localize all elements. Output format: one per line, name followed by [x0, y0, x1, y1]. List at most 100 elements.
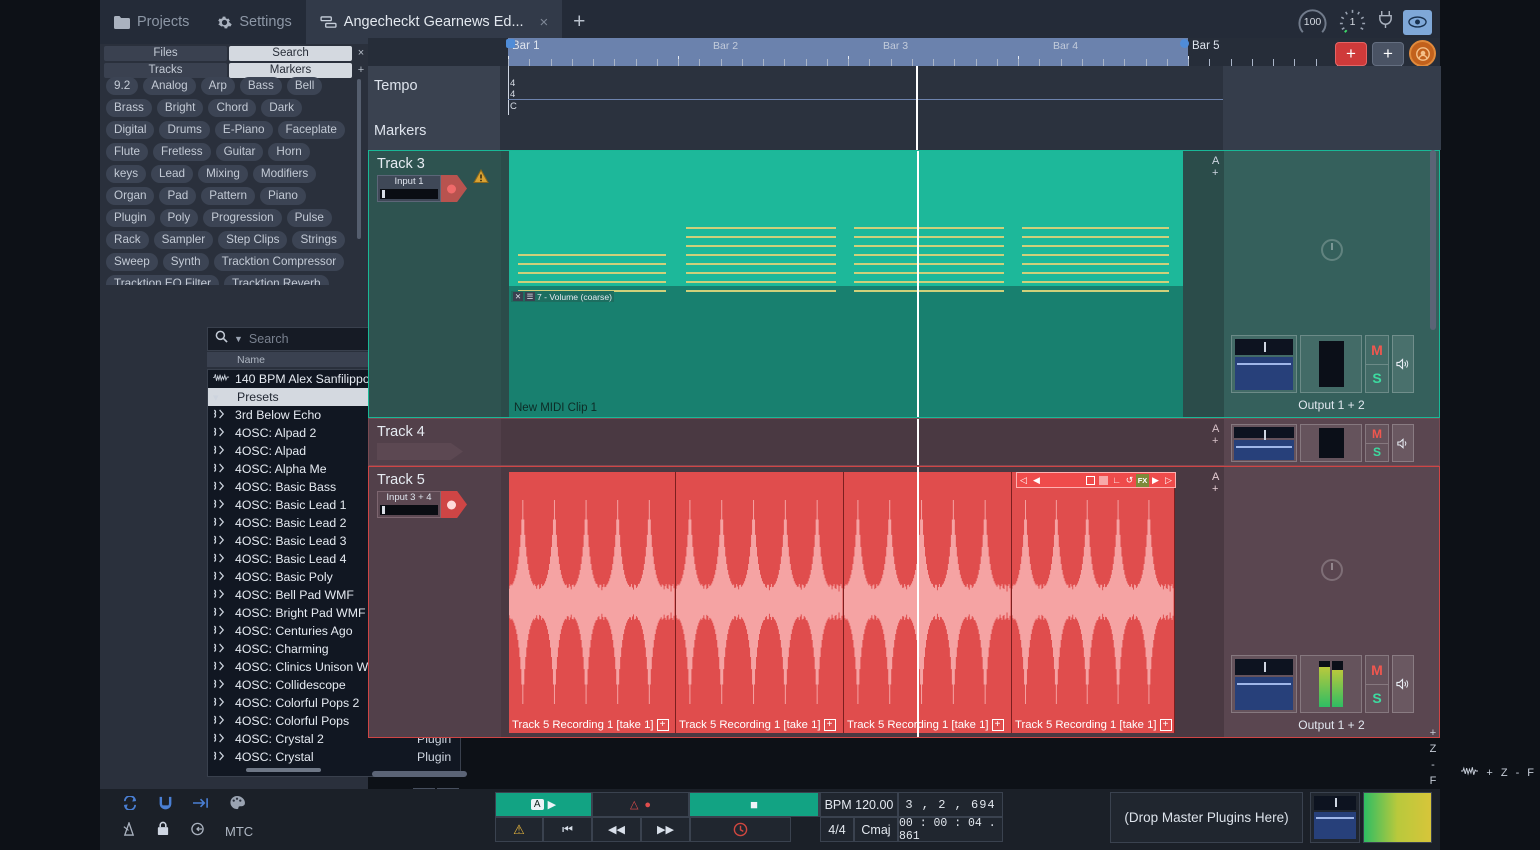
- column-name[interactable]: Name: [237, 354, 265, 366]
- speaker-icon[interactable]: [1392, 335, 1414, 393]
- track-3-automation-toggle[interactable]: A: [1212, 155, 1219, 167]
- tag-9-2[interactable]: 9.2: [106, 77, 138, 95]
- tag-tracktion-eq-filter[interactable]: Tracktion EQ Filter: [106, 275, 219, 285]
- eye-icon[interactable]: [1403, 10, 1432, 35]
- close-icon[interactable]: ×: [354, 46, 368, 61]
- abort-record-button[interactable]: △ ●: [592, 792, 689, 817]
- browser-tab-files[interactable]: Files: [104, 46, 227, 61]
- track-5-name[interactable]: Track 5: [377, 472, 425, 488]
- tag-poly[interactable]: Poly: [160, 209, 199, 227]
- track-5-arm-button[interactable]: [441, 491, 467, 518]
- track-4-input-button[interactable]: [377, 443, 463, 460]
- midi-note[interactable]: [518, 281, 666, 283]
- clip-expand-button[interactable]: +: [657, 719, 669, 731]
- tag-analog[interactable]: Analog: [143, 77, 195, 95]
- tag-lead[interactable]: Lead: [151, 165, 193, 183]
- tag-horn[interactable]: Horn: [268, 143, 309, 161]
- midi-note[interactable]: [854, 254, 1004, 256]
- tag-modifiers[interactable]: Modifiers: [253, 165, 316, 183]
- key-field[interactable]: Cmaj: [854, 817, 898, 842]
- click-icon[interactable]: [122, 822, 136, 841]
- midi-note[interactable]: [1022, 227, 1169, 229]
- midi-note[interactable]: [854, 236, 1004, 238]
- tag-keys[interactable]: keys: [106, 165, 146, 183]
- tag-flute[interactable]: Flute: [106, 143, 148, 161]
- tab-projects[interactable]: Projects: [100, 0, 203, 44]
- speaker-icon[interactable]: [1392, 655, 1414, 713]
- square-icon[interactable]: [1084, 474, 1097, 487]
- hzoom-fit-button[interactable]: F: [1527, 767, 1534, 779]
- lock-icon[interactable]: [156, 821, 170, 841]
- track-3-arm-button[interactable]: [441, 175, 467, 202]
- midi-note[interactable]: [1022, 290, 1169, 292]
- tab-settings[interactable]: Settings: [203, 0, 305, 44]
- track-3-output-label[interactable]: Output 1 + 2: [1224, 398, 1439, 412]
- eq-display[interactable]: [1231, 655, 1297, 713]
- tag-sweep[interactable]: Sweep: [106, 253, 158, 271]
- tag-faceplate[interactable]: Faceplate: [278, 121, 345, 139]
- solo-button[interactable]: S: [1366, 684, 1388, 713]
- tag-synth[interactable]: Synth: [163, 253, 209, 271]
- tag-scrollbar[interactable]: [357, 79, 361, 239]
- play-fwd-icon[interactable]: ▶: [1149, 474, 1162, 487]
- tag-dark[interactable]: Dark: [261, 99, 302, 117]
- midi-note[interactable]: [686, 227, 836, 229]
- midi-note[interactable]: [686, 245, 836, 247]
- fade-icon[interactable]: [1097, 474, 1110, 487]
- midi-note[interactable]: [854, 263, 1004, 265]
- forward-button[interactable]: ▶▶: [641, 817, 690, 842]
- track-3-expand-toggle[interactable]: +: [1212, 167, 1218, 179]
- zoom-in-button[interactable]: +: [1426, 725, 1440, 741]
- midi-note[interactable]: [1022, 245, 1169, 247]
- midi-note[interactable]: [1022, 281, 1169, 283]
- palette-icon[interactable]: [229, 795, 245, 815]
- clip-expand-button[interactable]: +: [992, 719, 1004, 731]
- tag-strings[interactable]: Strings: [292, 231, 344, 249]
- list-item[interactable]: 4OSC: CrystalPlugin: [208, 748, 460, 766]
- track-4[interactable]: Track 4 A + M S: [368, 418, 1440, 466]
- midi-note[interactable]: [854, 281, 1004, 283]
- midi-note[interactable]: [686, 290, 836, 292]
- clip-expand-button[interactable]: +: [1160, 719, 1172, 731]
- master-eq-display[interactable]: [1310, 792, 1360, 843]
- prev-take-icon[interactable]: ◁: [1017, 474, 1030, 487]
- close-icon[interactable]: ×: [540, 14, 549, 31]
- tag-chord[interactable]: Chord: [208, 99, 256, 117]
- midi-note[interactable]: [518, 272, 666, 274]
- audio-clip-label[interactable]: Track 5 Recording 1 [take 1]+: [509, 716, 669, 733]
- add-button[interactable]: +: [1372, 42, 1404, 66]
- tag-organ[interactable]: Organ: [106, 187, 154, 205]
- eq-display[interactable]: [1231, 424, 1297, 462]
- browser-tab-tracks[interactable]: Tracks: [104, 63, 227, 78]
- tag-progression[interactable]: Progression: [203, 209, 281, 227]
- position-field[interactable]: 3 , 2 , 694: [898, 792, 1003, 817]
- midi-clip-name[interactable]: New MIDI Clip 1: [511, 402, 600, 414]
- tag-plugin[interactable]: Plugin: [106, 209, 155, 227]
- arrangement-hscrollbar[interactable]: [372, 771, 467, 777]
- loop-out-marker[interactable]: [1180, 39, 1189, 48]
- track-3-input-button[interactable]: Input 1: [377, 175, 467, 202]
- warning-button[interactable]: ⚠: [495, 817, 543, 842]
- tag-bright[interactable]: Bright: [157, 99, 204, 117]
- hzoom-in-button[interactable]: +: [1486, 767, 1492, 779]
- zoom-fit-button[interactable]: F: [1426, 773, 1440, 789]
- automation-lane-label[interactable]: ✕ ☰ 7 - Volume (coarse): [511, 291, 614, 302]
- fx-icon[interactable]: FX: [1136, 474, 1149, 487]
- return-icon[interactable]: [190, 822, 205, 841]
- hzoom-out-button[interactable]: -: [1516, 767, 1520, 779]
- tag-guitar[interactable]: Guitar: [216, 143, 264, 161]
- midi-note[interactable]: [686, 236, 836, 238]
- tag-fretless[interactable]: Fretless: [153, 143, 211, 161]
- track-4-automation-toggle[interactable]: A: [1212, 423, 1219, 435]
- midi-note[interactable]: [854, 227, 1004, 229]
- clip-expand-button[interactable]: +: [824, 719, 836, 731]
- mtc-label[interactable]: MTC: [225, 824, 253, 839]
- tag-arp[interactable]: Arp: [201, 77, 235, 95]
- track-5-input-button[interactable]: Input 3 + 4: [377, 491, 467, 518]
- volume-fader[interactable]: [1300, 335, 1362, 393]
- midi-note[interactable]: [1022, 236, 1169, 238]
- abort-play-button[interactable]: A ▶: [495, 792, 592, 817]
- tag-mixing[interactable]: Mixing: [198, 165, 248, 183]
- warning-icon[interactable]: [473, 169, 489, 189]
- time-sig-numerator[interactable]: 4: [510, 78, 515, 89]
